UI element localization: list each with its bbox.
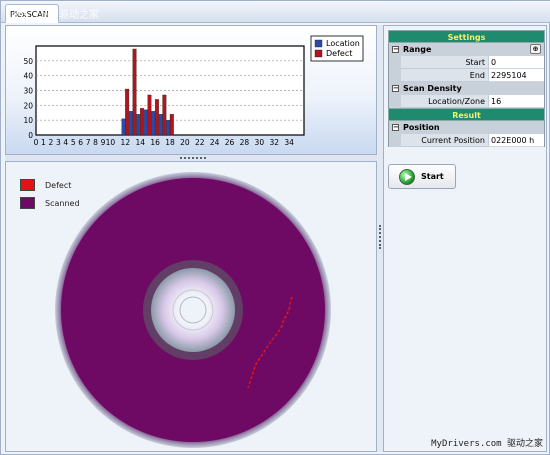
location-bar (121, 118, 126, 136)
y-tick-label: 10 (23, 116, 33, 125)
disc-map (55, 172, 331, 448)
defect-bar (132, 48, 137, 136)
chart-panel: 0 10 20 30 40 50 0 1 2 3 4 5 6 7 8 9 10 12 14 16 18 20 22 24 26 2… (5, 25, 377, 155)
y-tick-label: 0 (28, 131, 33, 140)
defect-bar (169, 114, 174, 136)
x-tick-label: 20 (180, 138, 190, 147)
x-tick-label: 24 (210, 138, 220, 147)
location-bar (129, 111, 133, 136)
x-tick-label: 2 (48, 138, 53, 147)
result-header: Result (388, 108, 545, 121)
x-tick-label: 3 (56, 138, 61, 147)
location-bar (143, 109, 148, 136)
y-tick-label: 40 (23, 72, 33, 81)
range-category[interactable]: − Range ⊕ (388, 43, 545, 56)
watermark-top: ess.com 驱动之家 (11, 10, 100, 21)
current-position-label: Current Position (401, 134, 488, 147)
bar-chart: 010203040500 1 2 3 4 5 6 7 8 9 10 12 14 16 18 20 22 24 26 2… (23, 35, 364, 147)
x-tick-label: 34 (284, 138, 294, 147)
start-button[interactable]: Start (388, 164, 456, 189)
sort-icon[interactable]: ⊕ (530, 44, 541, 54)
x-tick-label: 4 (63, 138, 68, 147)
x-tick-label: 0 (34, 138, 39, 147)
location-bar (166, 120, 171, 136)
scan-density-label: Scan Density (403, 84, 462, 93)
x-tick-label: 10 (106, 138, 116, 147)
x-tick-label: 14 (135, 138, 145, 147)
current-position-field: 022E000 h (488, 134, 544, 147)
defect-bar (147, 94, 152, 136)
x-tick-label: 6 (78, 138, 83, 147)
x-tick-label: 26 (225, 138, 235, 147)
defect-bar (140, 108, 144, 136)
location-zone-field[interactable]: 16 (488, 95, 544, 108)
end-field[interactable]: 2295104 (488, 69, 544, 82)
y-tick-label: 20 (23, 101, 33, 110)
range-start-row: Start 0 (388, 56, 545, 69)
x-tick-label: 28 (240, 138, 250, 147)
x-tick-label: 22 (195, 138, 205, 147)
scan-density-category[interactable]: − Scan Density (388, 82, 545, 95)
play-icon (399, 169, 415, 185)
disc-center-hole (179, 296, 207, 324)
settings-pane: Settings − Range ⊕ Start 0 End 2295104 −… (383, 25, 547, 452)
location-legend-swatch (314, 39, 323, 48)
location-zone-row: Location/Zone 16 (388, 95, 545, 108)
splitter-grip-icon (180, 157, 206, 159)
location-bar (136, 114, 141, 136)
x-tick-label: 16 (150, 138, 160, 147)
x-tick-label: 8 (93, 138, 98, 147)
x-tick-label: 7 (86, 138, 91, 147)
defect-legend-swatch (314, 49, 323, 58)
defect-bar (162, 94, 167, 136)
x-tick-label: 32 (269, 138, 279, 147)
location-zone-label: Location/Zone (401, 95, 488, 108)
tab-bar: PlexSCAN ess.com 驱动之家 (1, 1, 550, 23)
current-position-row: Current Position 022E000 h (388, 134, 545, 147)
defect-bar (125, 88, 130, 136)
app-window: PlexSCAN ess.com 驱动之家 0 10 20 30 40 50 0 1 2 3 4 5 6… (0, 0, 550, 455)
collapse-icon[interactable]: − (392, 124, 399, 131)
position-label: Position (403, 123, 440, 132)
x-tick-label: 1 (41, 138, 46, 147)
defect-bar (154, 99, 159, 136)
collapse-icon[interactable]: − (392, 85, 399, 92)
range-end-row: End 2295104 (388, 69, 545, 82)
x-tick-label: 18 (165, 138, 175, 147)
x-tick-label: 5 (71, 138, 76, 147)
location-bar (151, 111, 156, 136)
range-label: Range (403, 45, 432, 54)
legend-label-location: Location (326, 39, 360, 48)
y-tick-label: 30 (23, 87, 33, 96)
x-tick-label: 30 (255, 138, 265, 147)
collapse-icon[interactable]: − (392, 46, 399, 53)
y-tick-label: 50 (23, 57, 33, 66)
position-category[interactable]: − Position (388, 121, 545, 134)
x-tick-label: 12 (121, 138, 131, 147)
start-field[interactable]: 0 (488, 56, 544, 69)
location-bar (158, 114, 163, 136)
watermark-bottom: MyDrivers.com 驱动之家 (431, 439, 543, 449)
start-button-label: Start (421, 172, 444, 181)
property-grid: Settings − Range ⊕ Start 0 End 2295104 −… (388, 30, 545, 147)
settings-header: Settings (388, 30, 545, 43)
start-label: Start (401, 56, 488, 69)
legend-label-defect: Defect (326, 49, 352, 58)
disc-map-panel: Defect Scanned (5, 161, 377, 452)
end-label: End (401, 69, 488, 82)
splitter-grip-icon (379, 225, 381, 249)
